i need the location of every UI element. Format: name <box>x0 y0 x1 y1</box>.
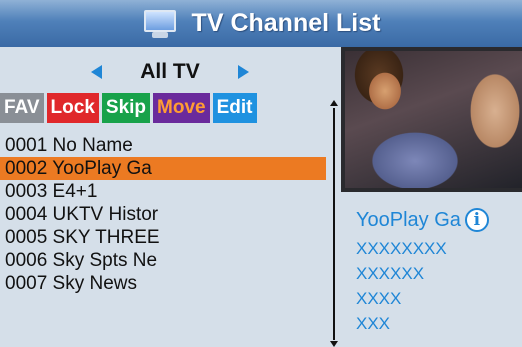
lock-button[interactable]: Lock <box>46 93 99 123</box>
preview-image <box>345 51 522 188</box>
skip-button[interactable]: Skip <box>101 93 151 123</box>
channel-item[interactable]: 0003 E4+1 <box>0 180 326 203</box>
fav-button[interactable]: FAV <box>0 93 44 123</box>
channel-item[interactable]: 0005 SKY THREE <box>0 226 326 249</box>
group-label: All TV <box>140 60 200 83</box>
info-channel-name: YooPlay Ga <box>356 208 461 231</box>
channel-item[interactable]: 0004 UKTV Histor <box>0 203 326 226</box>
info-line: XXXXXXXX <box>356 239 447 258</box>
channel-item[interactable]: 0006 Sky Spts Ne <box>0 249 326 272</box>
page-title: TV Channel List <box>191 9 381 37</box>
header-bar: TV Channel List <box>0 0 522 47</box>
info-line: XXX <box>356 314 391 333</box>
edit-tabs: FAV Lock Skip Move Edit <box>0 93 260 125</box>
move-button[interactable]: Move <box>153 93 210 123</box>
channel-item[interactable]: 0001 No Name <box>0 134 326 157</box>
group-selector[interactable]: All TV <box>0 55 340 89</box>
tv-icon <box>142 9 178 39</box>
channel-info-lines: XXXXXXXX XXXXXX XXXX XXX <box>356 236 447 336</box>
scroll-down-icon[interactable] <box>330 341 338 347</box>
channel-item[interactable]: 0007 Sky News <box>0 272 326 295</box>
info-line: XXXXXX <box>356 264 425 283</box>
scroll-up-icon[interactable] <box>330 100 338 106</box>
edit-button[interactable]: Edit <box>212 93 257 123</box>
info-icon[interactable]: i <box>464 208 489 232</box>
channel-info-header: YooPlay Ga i <box>356 205 522 235</box>
arrow-right-icon[interactable] <box>237 65 249 79</box>
info-line: XXXX <box>356 289 402 308</box>
arrow-left-icon[interactable] <box>91 65 103 79</box>
channel-list: 0001 No Name 0002 YooPlay Ga 0003 E4+1 0… <box>0 134 326 295</box>
channel-item-selected[interactable]: 0002 YooPlay Ga <box>0 157 326 180</box>
scrollbar[interactable] <box>327 100 341 347</box>
video-preview <box>341 47 522 192</box>
screen: TV Channel List All TV FAV Lock Skip Mov… <box>0 0 522 347</box>
scroll-track[interactable] <box>333 108 335 340</box>
